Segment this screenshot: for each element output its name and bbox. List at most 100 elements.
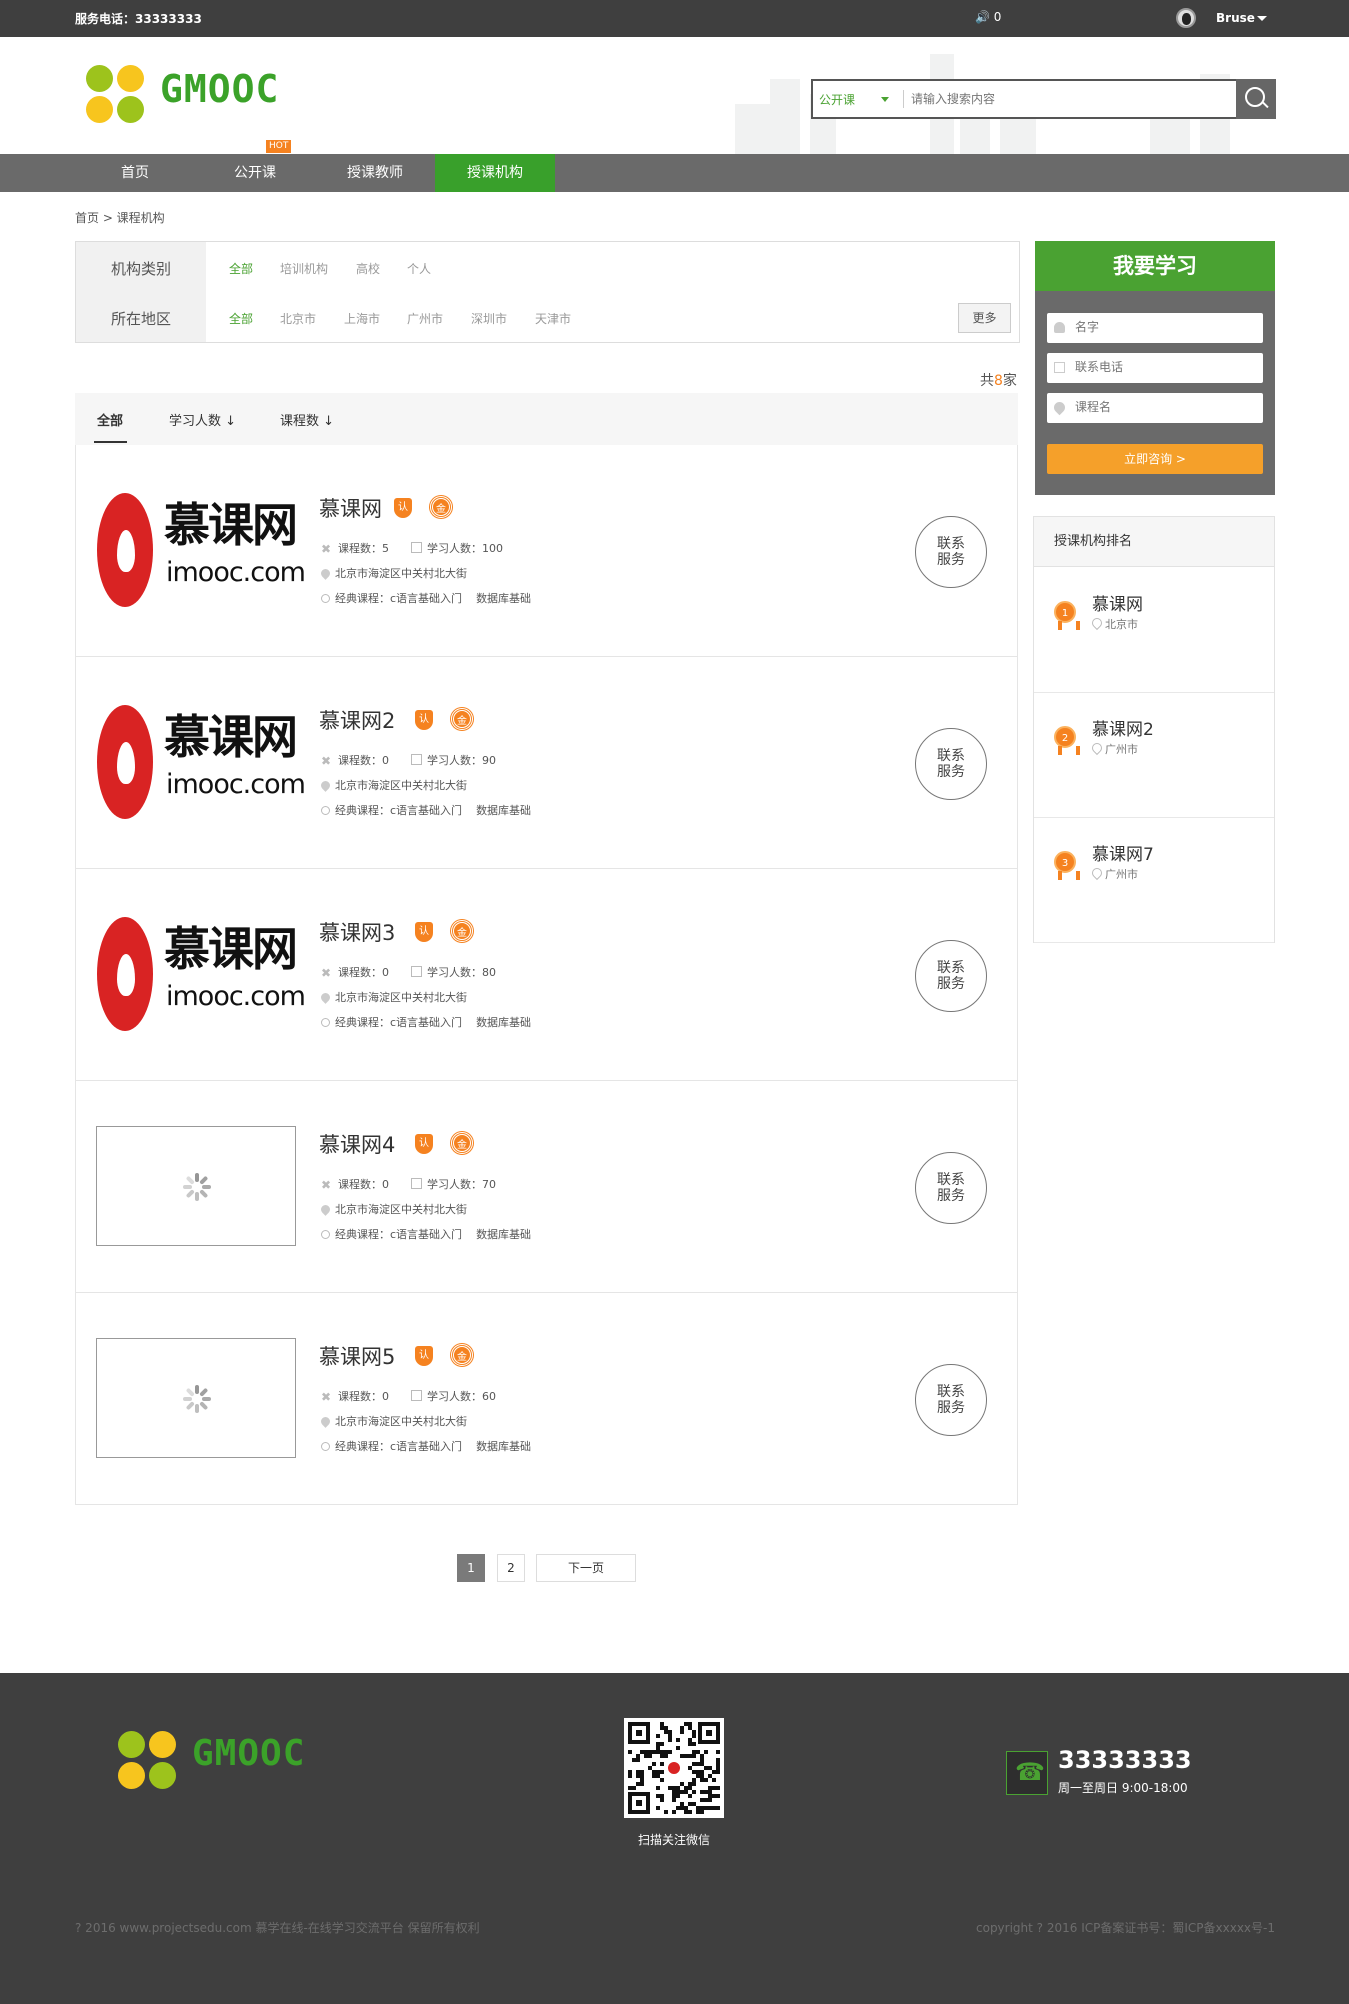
filter-region-guangzhou[interactable]: 广州市 [407,310,443,327]
chevron-down-icon[interactable] [1257,16,1267,21]
filter-region-shenzhen[interactable]: 深圳市 [471,310,507,327]
contact-service-button[interactable]: 联系 服务 [915,1364,987,1436]
ranking-panel: 授课机构排名 1 慕课网 北京市 2 慕课网2 广州市 3 慕课网7 广州市 [1033,516,1275,943]
avatar[interactable] [1176,8,1196,28]
filter-region-tianjin[interactable]: 天津市 [535,310,571,327]
tools-icon: ✖ [321,542,332,556]
search-button[interactable] [1236,79,1276,119]
filter-region-all[interactable]: 全部 [229,310,253,327]
course-field[interactable] [1075,396,1255,418]
location-pin-icon [319,779,332,792]
consult-button[interactable]: 立即咨询 > [1047,444,1263,474]
classic-course-link[interactable]: c语言基础入门 [390,804,462,817]
org-logo[interactable]: 慕课网 imooc.com [96,490,306,610]
classic-course-link[interactable]: c语言基础入门 [390,1440,462,1453]
more-button[interactable]: 更多 [958,303,1011,333]
contact-service-button[interactable]: 联系 服务 [915,728,987,800]
loading-spinner-icon [183,1173,211,1201]
org-logo[interactable]: 慕课网 imooc.com [96,914,306,1034]
logo-icon[interactable] [86,65,146,125]
nav-item-public-courses[interactable]: 公开课 [195,154,315,192]
breadcrumb[interactable]: 首页 > 课程机构 [75,209,165,226]
nav-item-teachers[interactable]: 授课教师 [315,154,435,192]
rank-medal-icon: 1 [1054,601,1080,630]
org-card[interactable]: 慕课网 imooc.com 慕课网认金 ✖ 课程数：5 学习人数：100 北京市海淀区中关村… [75,445,1018,657]
contact-service-button[interactable]: 联系 服务 [915,940,987,1012]
course-count: 5 [382,542,389,555]
ranking-item[interactable]: 3 慕课网7 广州市 [1034,818,1274,943]
classic-course-link[interactable]: 数据库基础 [476,1016,531,1029]
username[interactable]: Bruse [1216,11,1255,25]
footer-logo-icon [118,1731,178,1791]
page-2-button[interactable]: 2 [497,1554,525,1582]
classic-course-link[interactable]: 数据库基础 [476,592,531,605]
classic-course-link[interactable]: c语言基础入门 [390,592,462,605]
contact-service-button[interactable]: 联系 服务 [915,516,987,588]
sort-students[interactable]: 学习人数 ↓ [169,410,236,429]
phone-field[interactable] [1075,356,1255,378]
footer-hours: 周一至周日 9:00-18:00 [1058,1781,1188,1795]
filter-region-shanghai[interactable]: 上海市 [344,310,380,327]
filter-type-training[interactable]: 培训机构 [280,260,328,277]
copyright-left: ? 2016 www.projectsedu.com 慕学在线-在线学习交流平台… [75,1921,480,1935]
course-count: 0 [382,1390,389,1403]
notification-button[interactable]: 🔊 0 [975,10,1001,24]
org-card[interactable]: 慕课网 imooc.com 慕课网3 认金 ✖ 课程数：0 学习人数：80 北京市海淀区中关村… [75,869,1018,1081]
medal-icon [321,806,330,815]
total-count: 共8家 [980,373,1017,389]
ranking-item[interactable]: 2 慕课网2 广州市 [1034,693,1274,818]
ranking-item[interactable]: 1 慕课网 北京市 [1034,568,1274,693]
logo-text[interactable]: GMOOC [160,67,279,111]
org-name[interactable]: 慕课网2 [319,705,395,735]
sort-courses[interactable]: 课程数 ↓ [280,410,334,429]
tools-icon: ✖ [321,1390,332,1404]
ranking-city: 广州市 [1092,741,1138,757]
filter-type-all[interactable]: 全部 [229,260,253,277]
chevron-down-icon[interactable] [881,97,889,102]
ranking-name[interactable]: 慕课网7 [1092,840,1154,865]
classic-course-link[interactable]: c语言基础入门 [390,1228,462,1241]
org-name[interactable]: 慕课网5 [319,1341,395,1371]
classic-course-link[interactable]: 数据库基础 [476,1228,531,1241]
classic-course-link[interactable]: c语言基础入门 [390,1016,462,1029]
org-logo-placeholder[interactable] [96,1126,296,1246]
speaker-icon: 🔊 [975,10,990,24]
org-address: 北京市海淀区中关村北大街 [335,991,467,1004]
org-card[interactable]: 慕课网5 认金 ✖ 课程数：0 学习人数：60 北京市海淀区中关村北大街 经典课程：c语言基… [75,1293,1018,1505]
org-address: 北京市海淀区中关村北大街 [335,779,467,792]
nav-item-organizations[interactable]: 授课机构 [435,154,555,192]
gold-badge-icon: 金 [451,1132,473,1154]
page-1-button[interactable]: 1 [457,1554,485,1582]
course-count: 0 [382,966,389,979]
search-input[interactable] [911,87,1231,111]
student-count: 80 [482,966,496,979]
search-category-select[interactable]: 公开课 [819,91,855,108]
footer: GMOOC 扫描关注微信 33333333 周一至周日 9:00-18:00 [0,1673,1349,2004]
filter-type-college[interactable]: 高校 [356,260,380,277]
sort-all[interactable]: 全部 [97,410,123,429]
ranking-name[interactable]: 慕课网2 [1092,715,1154,740]
ranking-name[interactable]: 慕课网 [1092,590,1143,615]
next-page-button[interactable]: 下一页 [536,1554,636,1582]
copyright-right: copyright ? 2016 ICP备案证书号：蜀ICP备xxxxx号-1 [976,1921,1275,1935]
filter-region-beijing[interactable]: 北京市 [280,310,316,327]
org-name[interactable]: 慕课网3 [319,917,395,947]
org-name[interactable]: 慕课网4 [319,1129,395,1159]
org-logo-placeholder[interactable] [96,1338,296,1458]
org-address: 北京市海淀区中关村北大街 [335,567,467,580]
org-address: 北京市海淀区中关村北大街 [335,1415,467,1428]
gold-badge-icon: 金 [451,1344,473,1366]
org-card[interactable]: 慕课网4 认金 ✖ 课程数：0 学习人数：70 北京市海淀区中关村北大街 经典课程：c语言基… [75,1081,1018,1293]
classic-course-link[interactable]: 数据库基础 [476,804,531,817]
gold-badge-icon: 金 [430,496,452,518]
org-name[interactable]: 慕课网 [319,493,382,523]
footer-phone: 33333333 [1058,1746,1192,1774]
contact-service-button[interactable]: 联系 服务 [915,1152,987,1224]
classic-course-link[interactable]: 数据库基础 [476,1440,531,1453]
filter-type-personal[interactable]: 个人 [407,260,431,277]
filter-type-label: 机构类别 [110,260,171,278]
nav-item-home[interactable]: 首页 [75,154,195,192]
name-field[interactable] [1075,316,1255,338]
org-logo[interactable]: 慕课网 imooc.com [96,702,306,822]
org-card[interactable]: 慕课网 imooc.com 慕课网2 认金 ✖ 课程数：0 学习人数：90 北京市海淀区中关村… [75,657,1018,869]
